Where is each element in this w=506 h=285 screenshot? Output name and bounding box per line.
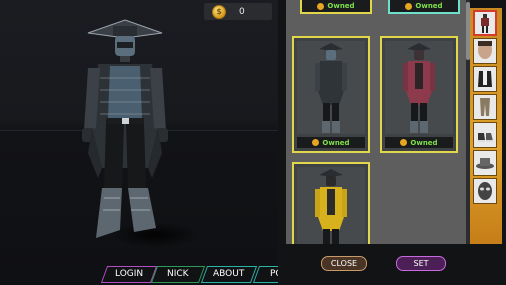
owned-badge: Owned (385, 137, 453, 148)
nick-button[interactable]: NICK (150, 266, 206, 283)
category-mask[interactable] (473, 178, 497, 204)
outfit-card-top-left[interactable]: Owned (300, 0, 372, 14)
character-preview[interactable]: $ 0 LOGIN NICK ABOUT PO (0, 0, 280, 285)
face-icon (478, 41, 492, 59)
category-face[interactable] (473, 38, 497, 64)
mask-icon (478, 182, 492, 200)
owned-badge: Owned (297, 137, 365, 148)
wardrobe-panel: Owned Owned Owned Owned CLOSE SET (278, 0, 506, 285)
outfit-card-red[interactable]: Owned (380, 36, 458, 153)
owned-label: Owned (410, 138, 438, 147)
po-button[interactable]: PO (252, 266, 280, 283)
category-shoes[interactable] (473, 122, 497, 148)
coin-icon (317, 2, 325, 10)
bottom-nav: LOGIN NICK ABOUT PO (100, 266, 280, 283)
coin-counter: $ 0 (204, 3, 272, 20)
outfit-grid[interactable]: Owned Owned Owned Owned (286, 0, 466, 244)
torso-icon (478, 71, 492, 87)
nick-label: NICK (167, 269, 189, 279)
pants-icon (480, 98, 490, 116)
hat-icon (476, 158, 494, 169)
category-pants[interactable] (473, 94, 497, 120)
category-torso[interactable] (473, 66, 497, 92)
coin-icon (405, 2, 413, 10)
set-button[interactable]: SET (396, 256, 446, 271)
category-full-outfit[interactable] (473, 10, 497, 36)
about-label: ABOUT (213, 269, 245, 279)
shoes-icon (478, 133, 493, 142)
outfit-thumbnail (297, 41, 365, 134)
owned-label: Owned (415, 2, 443, 10)
login-label: LOGIN (114, 269, 144, 279)
coin-count: 0 (239, 6, 245, 17)
owned-label: Owned (322, 138, 350, 147)
owned-label: Owned (327, 2, 355, 10)
login-button[interactable]: LOGIN (100, 266, 158, 283)
category-hat[interactable] (473, 150, 497, 176)
outfit-thumbnail (385, 41, 453, 134)
category-bar (470, 8, 502, 244)
coin-icon: $ (212, 4, 226, 19)
about-button[interactable]: ABOUT (200, 266, 258, 283)
outfit-card-dark[interactable]: Owned (292, 36, 370, 153)
close-button[interactable]: CLOSE (321, 256, 367, 271)
outfit-thumbnail (297, 167, 365, 244)
outfit-card-gold[interactable] (292, 162, 370, 244)
full-outfit-icon (481, 14, 489, 33)
character-model (82, 19, 168, 238)
coin-icon (400, 139, 408, 146)
outfit-card-top-right[interactable]: Owned (388, 0, 460, 14)
coin-icon (312, 139, 320, 146)
